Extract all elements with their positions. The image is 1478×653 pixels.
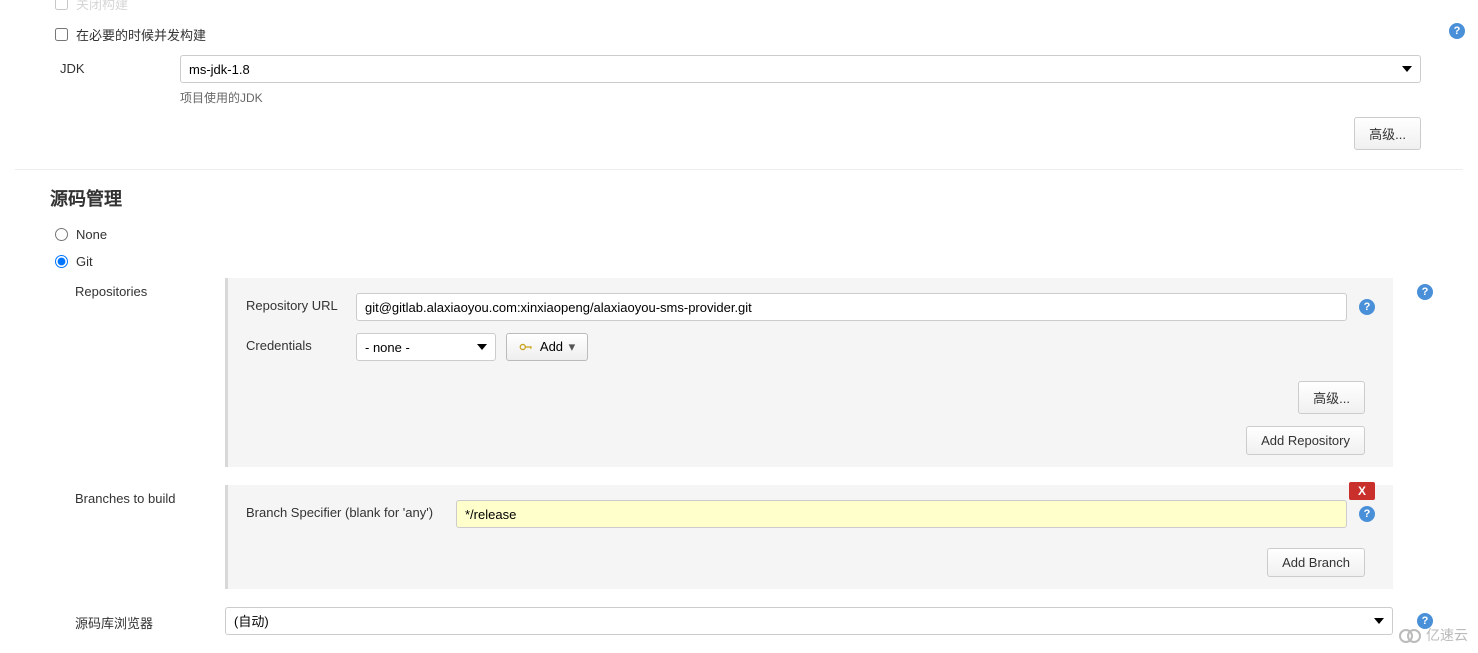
jdk-select[interactable]: ms-jdk-1.8 bbox=[180, 55, 1421, 83]
scm-none-label: None bbox=[76, 227, 107, 242]
jdk-help-text: 项目使用的JDK bbox=[180, 89, 1421, 106]
repositories-label: Repositories bbox=[75, 278, 225, 299]
delete-branch-button[interactable]: X bbox=[1349, 482, 1375, 500]
repo-browser-label: 源码库浏览器 bbox=[75, 607, 225, 632]
add-branch-button[interactable]: Add Branch bbox=[1267, 548, 1365, 577]
key-icon bbox=[519, 343, 533, 351]
concurrent-build-checkbox[interactable] bbox=[55, 28, 68, 41]
add-credentials-button[interactable]: Add ▾ bbox=[506, 333, 588, 361]
branches-label: Branches to build bbox=[75, 485, 225, 506]
watermark: 亿速云 bbox=[1397, 625, 1468, 645]
branch-specifier-input[interactable] bbox=[456, 500, 1347, 528]
jdk-label: JDK bbox=[15, 55, 180, 76]
credentials-select[interactable]: - none - bbox=[356, 333, 496, 361]
scm-git-radio[interactable] bbox=[55, 255, 68, 268]
repo-url-label: Repository URL bbox=[246, 293, 356, 313]
branch-specifier-label: Branch Specifier (blank for 'any') bbox=[246, 500, 456, 520]
help-icon[interactable]: ? bbox=[1359, 299, 1375, 315]
scm-none-radio[interactable] bbox=[55, 228, 68, 241]
repo-browser-select[interactable]: (自动) bbox=[225, 607, 1393, 635]
help-icon[interactable]: ? bbox=[1449, 23, 1465, 39]
disable-build-checkbox[interactable] bbox=[55, 0, 68, 10]
credentials-label: Credentials bbox=[246, 333, 356, 353]
help-icon[interactable]: ? bbox=[1359, 506, 1375, 522]
add-repository-button[interactable]: Add Repository bbox=[1246, 426, 1365, 455]
repo-advanced-button[interactable]: 高级... bbox=[1298, 381, 1365, 414]
concurrent-build-label: 在必要的时候并发构建 bbox=[76, 25, 206, 44]
help-icon[interactable]: ? bbox=[1417, 284, 1433, 300]
disable-build-label: 关闭构建 bbox=[76, 0, 128, 13]
advanced-button[interactable]: 高级... bbox=[1354, 117, 1421, 150]
scm-git-label: Git bbox=[76, 254, 93, 269]
watermark-icon bbox=[1397, 627, 1421, 643]
repo-url-input[interactable] bbox=[356, 293, 1347, 321]
scm-section-header: 源码管理 bbox=[15, 169, 1463, 221]
